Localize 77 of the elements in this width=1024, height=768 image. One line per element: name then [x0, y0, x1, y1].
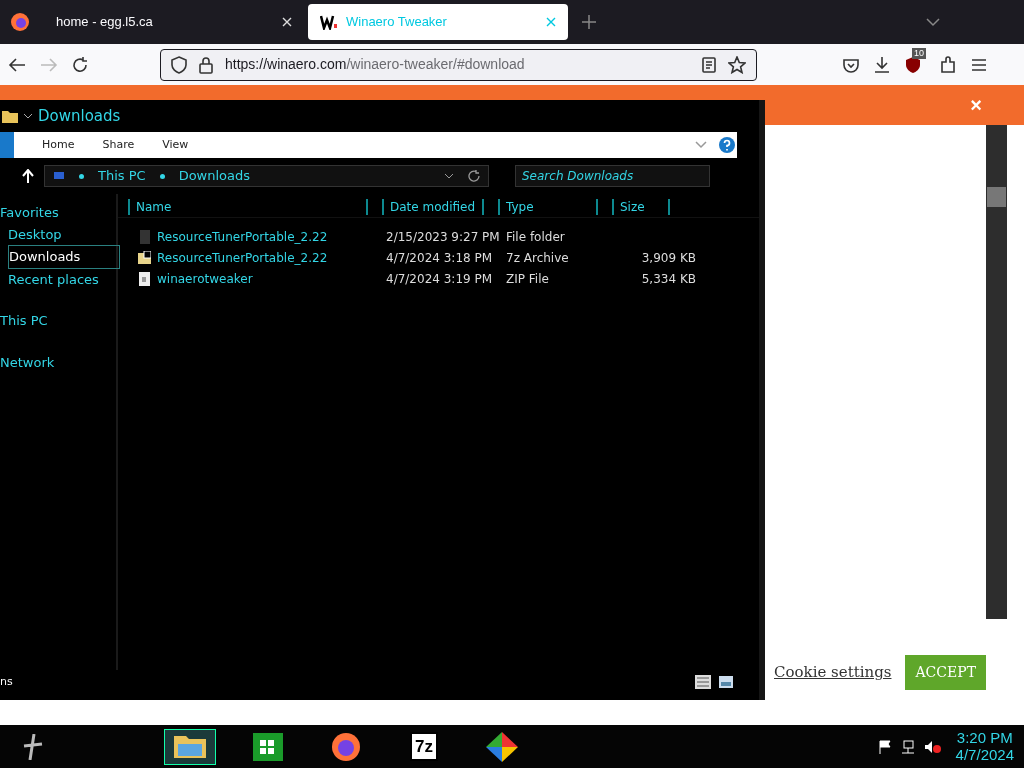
- shield-icon: [905, 55, 921, 74]
- chevron-icon[interactable]: [695, 141, 707, 149]
- download-icon[interactable]: [873, 55, 891, 74]
- firefox-icon[interactable]: [10, 12, 30, 32]
- nav-item[interactable]: Favorites: [0, 202, 59, 224]
- status-text: ns: [0, 673, 13, 690]
- taskbar-button[interactable]: [164, 728, 216, 765]
- scroll-thumb[interactable]: [987, 187, 1006, 207]
- new-tab-icon[interactable]: [582, 15, 596, 29]
- tab-title: Winaero Tweaker: [346, 13, 447, 32]
- pc-icon: [53, 171, 65, 181]
- nav-item[interactable]: Recent places: [8, 268, 99, 290]
- window-title: Downloads: [38, 105, 121, 127]
- size-cell-text: 3,909 KB: [640, 249, 696, 267]
- pocket-icon[interactable]: [843, 56, 859, 73]
- close-icon[interactable]: [282, 17, 292, 27]
- tiles-view-icon[interactable]: [719, 676, 733, 688]
- archive-icon: [138, 250, 151, 265]
- search-field[interactable]: Search Downloads: [515, 165, 710, 187]
- flag-icon[interactable]: [877, 739, 892, 754]
- help-icon[interactable]: [719, 137, 735, 153]
- scrollbar[interactable]: [986, 125, 1007, 619]
- ribbon-tab[interactable]: Share: [88, 136, 149, 154]
- lock-icon: [199, 55, 213, 74]
- back-icon[interactable]: [8, 56, 26, 73]
- breadcrumb-item[interactable]: This PC: [98, 166, 146, 186]
- up-arrow-icon[interactable]: [22, 169, 34, 183]
- nav-item[interactable]: Downloads: [8, 245, 120, 269]
- size-cell-text: 5,334 KB: [640, 270, 696, 288]
- nav-item[interactable]: Desktop: [8, 223, 62, 245]
- breadcrumb-item[interactable]: Downloads: [178, 166, 251, 186]
- badge-count: 10: [912, 47, 926, 59]
- separator-icon: [79, 173, 84, 179]
- address-bar[interactable]: https://winaero.com/winaero-tweaker/#download: [160, 48, 757, 81]
- folder-icon: [2, 109, 18, 123]
- clock-time[interactable]: 3:20 PM: [955, 730, 1014, 747]
- date-cell-text: 4/7/2024 3:19 PM: [386, 270, 494, 288]
- clock-date[interactable]: 4/7/2024: [955, 746, 1014, 763]
- star-icon[interactable]: [728, 55, 746, 74]
- type-cell-text: File folder: [506, 228, 566, 246]
- network-icon[interactable]: [899, 739, 916, 754]
- file-name[interactable]: ResourceTunerPortable_2.22: [157, 227, 328, 246]
- separator-icon: [159, 173, 165, 179]
- document-icon: [138, 271, 151, 286]
- nav-item[interactable]: Network: [0, 351, 55, 373]
- dropdown-icon[interactable]: [24, 113, 32, 119]
- date-cell-text: 4/7/2024 3:18 PM: [386, 249, 494, 267]
- column-header[interactable]: Size: [612, 198, 670, 215]
- folder-icon: [138, 229, 151, 244]
- ublock-button[interactable]: 10: [905, 47, 925, 74]
- column-header[interactable]: Date modified: [382, 198, 484, 215]
- dropdown-icon[interactable]: [444, 173, 454, 179]
- type-cell-text: 7z Archive: [506, 249, 570, 267]
- tab-title: home - egg.l5.ca: [56, 13, 153, 32]
- date-cell-text: 2/15/2023 9:27 PM: [386, 228, 501, 246]
- browser-tab[interactable]: home - egg.l5.ca: [44, 4, 304, 40]
- nav-item[interactable]: This PC: [0, 310, 48, 332]
- cookie-settings-link[interactable]: Cookie settings: [774, 661, 892, 684]
- ribbon-tab[interactable]: View: [148, 136, 203, 154]
- menu-icon[interactable]: [971, 57, 987, 72]
- url-text: https://winaero.com/winaero-tweaker/#download: [225, 55, 525, 74]
- file-name[interactable]: winaerotweaker: [157, 269, 253, 288]
- ribbon-tab[interactable]: Home: [28, 136, 89, 154]
- address-field[interactable]: This PC Downloads: [44, 165, 489, 187]
- refresh-icon[interactable]: [468, 170, 480, 182]
- taskbar-button[interactable]: 7z: [398, 728, 450, 765]
- site-logo-icon: [320, 14, 338, 30]
- type-cell-text: ZIP File: [506, 270, 550, 288]
- reader-view-icon[interactable]: [702, 56, 716, 73]
- column-header[interactable]: Type: [498, 198, 598, 215]
- shield-icon[interactable]: [171, 55, 187, 74]
- tab-list-icon[interactable]: [926, 17, 940, 27]
- muted-speaker-icon[interactable]: [923, 739, 942, 754]
- pinwheel-icon: [484, 729, 520, 764]
- file-name[interactable]: ResourceTunerPortable_2.22: [157, 248, 328, 267]
- column-header[interactable]: Name: [128, 198, 368, 215]
- reload-icon[interactable]: [72, 56, 88, 73]
